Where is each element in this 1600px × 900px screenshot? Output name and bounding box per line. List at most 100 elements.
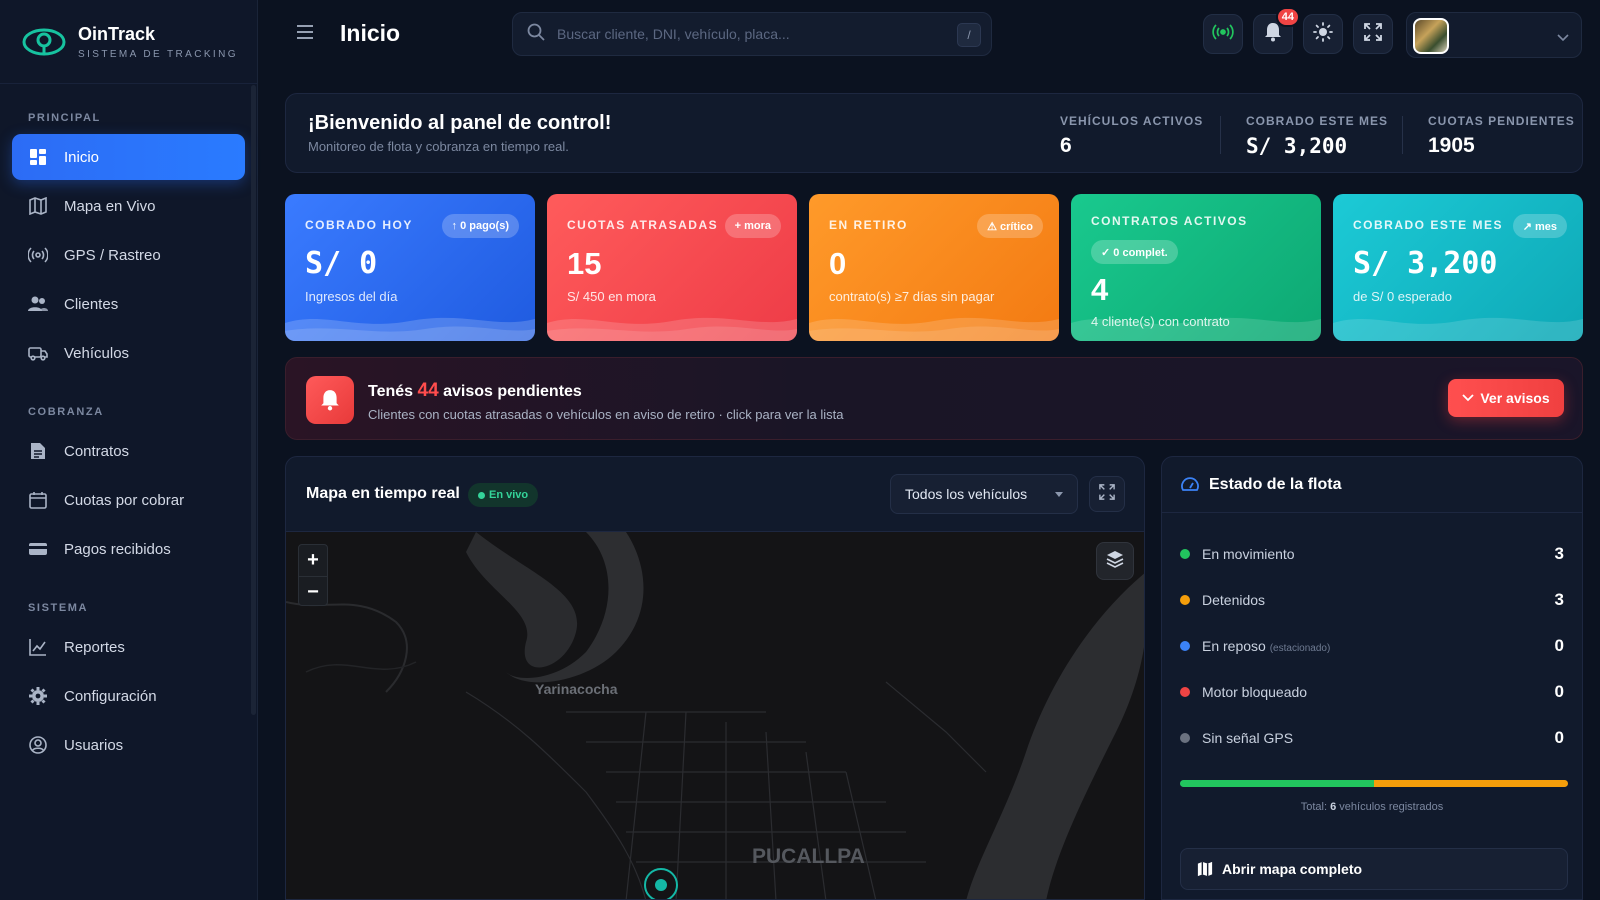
kpi-value: 0 — [829, 246, 847, 281]
fleet-total-suffix: vehículos registrados — [1339, 801, 1444, 813]
fleet-row-label: En reposo (estacionado) — [1202, 638, 1330, 654]
car-icon — [28, 343, 48, 363]
calendar-icon — [28, 490, 48, 510]
map-fullscreen-button[interactable] — [1089, 476, 1125, 512]
search-input[interactable] — [557, 26, 937, 42]
kpi-value: S/ 3,200 — [1353, 246, 1498, 281]
sidebar-item-label: Contratos — [64, 442, 130, 460]
live-dot-icon — [478, 491, 485, 499]
wave-decoration — [1333, 317, 1583, 341]
kpi-card-en-retiro[interactable]: EN RETIRO ⚠ crítico 0 contrato(s) ≥7 día… — [809, 194, 1059, 341]
view-alerts-label: Ver avisos — [1480, 390, 1550, 406]
stat-label: CUOTAS PENDIENTES — [1428, 114, 1575, 128]
sidebar-item-mapa-en-vivo[interactable]: Mapa en Vivo — [12, 183, 245, 229]
kpi-card-cuotas-atrasadas[interactable]: CUOTAS ATRASADAS + mora 15 S/ 450 en mor… — [547, 194, 797, 341]
sidebar-scrollbar[interactable] — [251, 85, 256, 715]
fleet-total-count: 6 — [1330, 801, 1337, 813]
pending-alerts-banner[interactable]: Tenés 44 avisos pendientes Clientes con … — [285, 357, 1583, 440]
status-dot — [1180, 733, 1190, 743]
view-alerts-button[interactable]: Ver avisos — [1448, 379, 1564, 417]
sidebar-item-vehiculos[interactable]: Vehículos — [12, 330, 245, 376]
gps-signal-button[interactable] — [1203, 14, 1243, 54]
kpi-card-cobrado-hoy[interactable]: COBRADO HOY ↑ 0 pago(s) S/ 0 Ingresos de… — [285, 194, 535, 341]
divider — [1220, 116, 1221, 154]
expand-icon — [1099, 483, 1115, 505]
kpi-card-contratos-activos[interactable]: CONTRATOS ACTIVOS ✓ 0 complet. 4 4 clien… — [1071, 194, 1321, 341]
sidebar-item-contratos[interactable]: Contratos — [12, 428, 245, 474]
welcome-title: ¡Bienvenido al panel de control! — [308, 112, 612, 134]
nav-section-cobranza: COBRANZA — [28, 406, 104, 418]
stat-cuotas-pendientes: CUOTAS PENDIENTES 1905 — [1428, 114, 1575, 158]
search-bar[interactable]: / — [512, 12, 992, 56]
chevron-down-icon — [1557, 29, 1569, 47]
kpi-label: CUOTAS ATRASADAS — [567, 218, 719, 232]
sidebar-item-cuotas-por-cobrar[interactable]: Cuotas por cobrar — [12, 477, 245, 523]
kpi-card-cobrado-mes[interactable]: COBRADO ESTE MES ↗ mes S/ 3,200 de S/ 0 … — [1333, 194, 1583, 341]
fleet-row-en-reposo: En reposo (estacionado) 0 — [1180, 635, 1564, 657]
fleet-row-label: Sin señal GPS — [1202, 730, 1294, 746]
notifications-button[interactable]: 44 — [1253, 7, 1300, 54]
sidebar-item-label: Inicio — [64, 148, 100, 166]
user-menu[interactable] — [1406, 12, 1582, 58]
vehicle-filter-value: Todos los vehículos — [905, 486, 1028, 502]
layers-icon — [1106, 550, 1124, 573]
page-title: Inicio — [340, 20, 401, 46]
sidebar-item-label: Vehículos — [64, 344, 130, 362]
kpi-badge: + mora — [724, 214, 781, 238]
status-dot — [1180, 687, 1190, 697]
sidebar-item-clientes[interactable]: Clientes — [12, 281, 245, 327]
status-dot — [1180, 595, 1190, 605]
open-full-map-label: Abrir mapa completo — [1222, 861, 1363, 877]
map-title: Mapa en tiempo real — [306, 485, 460, 502]
sidebar-item-configuracion[interactable]: Configuración — [12, 673, 245, 719]
map-icon — [1197, 861, 1213, 877]
nav-section-sistema: SISTEMA — [28, 602, 89, 614]
stat-cobrado-mes: COBRADO ESTE MES S/ 3,200 — [1246, 114, 1388, 158]
search-shortcut-hint: / — [957, 23, 981, 47]
stat-value: 1905 — [1428, 134, 1475, 157]
vehicle-marker[interactable] — [655, 879, 667, 891]
fleet-row-en-movimiento: En movimiento 3 — [1180, 543, 1564, 565]
menu-icon[interactable] — [296, 24, 316, 44]
live-label: En vivo — [489, 489, 529, 501]
bell-icon — [1264, 22, 1282, 47]
map-layers-button[interactable] — [1096, 542, 1134, 580]
sidebar-item-reportes[interactable]: Reportes — [12, 624, 245, 670]
stat-value: 6 — [1060, 134, 1072, 157]
fleet-status-panel: Estado de la flota En movimiento 3 Deten… — [1161, 456, 1583, 900]
dashboard-icon — [28, 147, 48, 167]
brand[interactable]: OinTrack SISTEMA DE TRACKING — [0, 0, 257, 84]
notification-count-badge: 44 — [1275, 7, 1300, 27]
fullscreen-button[interactable] — [1353, 14, 1393, 54]
open-full-map-button[interactable]: Abrir mapa completo — [1180, 848, 1568, 890]
alert-title-prefix: Tenés — [368, 383, 414, 400]
fleet-row-label-text: En reposo — [1202, 638, 1266, 654]
expand-icon — [1364, 22, 1382, 46]
zoom-out-button[interactable]: − — [299, 576, 327, 607]
sidebar-item-label: Pagos recibidos — [64, 540, 171, 558]
sidebar-item-label: GPS / Rastreo — [64, 246, 161, 264]
kpi-label: EN RETIRO — [829, 218, 908, 232]
fleet-total: Total: 6 vehículos registrados — [1162, 801, 1582, 813]
welcome-banner: ¡Bienvenido al panel de control! Monitor… — [285, 93, 1583, 173]
fleet-row-value: 0 — [1554, 636, 1564, 655]
broadcast-icon — [1212, 23, 1234, 46]
fleet-bar-segment — [1180, 780, 1374, 787]
sidebar-item-gps-rastreo[interactable]: GPS / Rastreo — [12, 232, 245, 278]
map-canvas[interactable]: + − Yarinacocha PUCALLPA — [286, 532, 1144, 899]
sidebar-item-usuarios[interactable]: Usuarios — [12, 722, 245, 768]
fleet-row-label: Motor bloqueado — [1202, 684, 1308, 700]
sidebar-item-label: Reportes — [64, 638, 125, 656]
sidebar-item-inicio[interactable]: Inicio — [12, 134, 245, 180]
zoom-in-button[interactable]: + — [299, 545, 327, 576]
sidebar-item-label: Cuotas por cobrar — [64, 491, 185, 509]
brand-subtitle: SISTEMA DE TRACKING — [78, 48, 238, 60]
live-badge: En vivo — [468, 483, 539, 507]
sidebar-item-label: Mapa en Vivo — [64, 197, 156, 215]
credit-card-icon — [28, 539, 48, 559]
wave-decoration — [547, 317, 797, 341]
vehicle-filter-select[interactable]: Todos los vehículos — [890, 474, 1078, 514]
status-dot — [1180, 641, 1190, 651]
theme-toggle-button[interactable] — [1303, 14, 1343, 54]
sidebar-item-pagos-recibidos[interactable]: Pagos recibidos — [12, 526, 245, 572]
